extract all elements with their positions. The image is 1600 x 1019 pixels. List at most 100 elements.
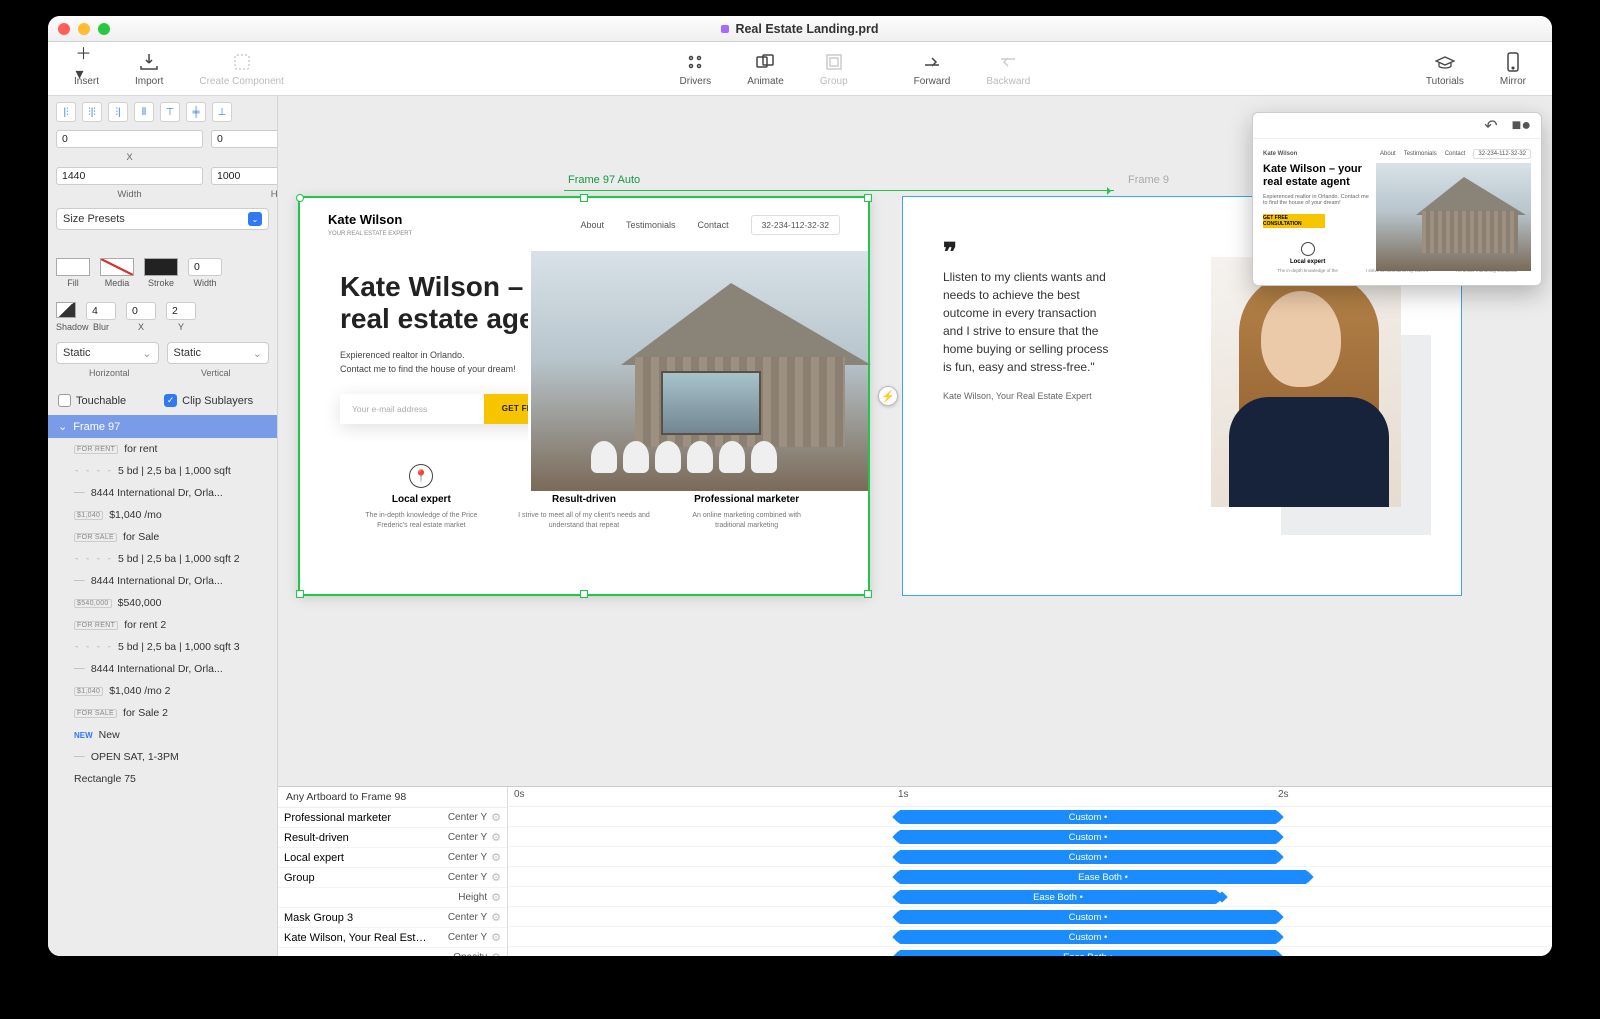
- timeline-row[interactable]: Result-drivenCenter Y⚙: [278, 828, 507, 848]
- import-tool[interactable]: Import: [117, 51, 181, 87]
- resize-handle[interactable]: [864, 590, 872, 598]
- shadow-swatch[interactable]: [56, 302, 76, 318]
- minimize-window-button[interactable]: [78, 23, 90, 35]
- align-right-button[interactable]: ⫶|: [108, 102, 128, 122]
- vertical-constraint-select[interactable]: Static⌄: [167, 342, 270, 364]
- layers-selected-header[interactable]: ⌄ Frame 97: [48, 415, 277, 438]
- backward-tool[interactable]: Backward: [968, 51, 1048, 87]
- align-left-button[interactable]: |⫶: [56, 102, 76, 122]
- x-input[interactable]: [56, 130, 203, 148]
- close-window-button[interactable]: [58, 23, 70, 35]
- resize-handle[interactable]: [296, 194, 304, 202]
- interaction-bolt-icon[interactable]: ⚡: [878, 386, 898, 406]
- undo-icon[interactable]: ↶: [1484, 116, 1497, 136]
- layer-item[interactable]: FOR RENTfor rent 2: [48, 614, 277, 636]
- timeline-bar[interactable]: Ease Both •: [898, 890, 1218, 904]
- timeline-row[interactable]: Local expertCenter Y⚙: [278, 848, 507, 868]
- timeline-track[interactable]: Ease Both •: [508, 947, 1552, 956]
- resize-handle[interactable]: [580, 590, 588, 598]
- align-top-button[interactable]: ⊤: [160, 102, 180, 122]
- timeline-bar[interactable]: Ease Both •: [898, 870, 1308, 884]
- insert-tool[interactable]: ＋▾ Insert: [56, 51, 117, 87]
- gear-icon[interactable]: ⚙: [491, 851, 501, 864]
- timeline-track[interactable]: Ease Both •: [508, 867, 1552, 887]
- animate-tool[interactable]: Animate: [729, 51, 802, 87]
- timeline-bar[interactable]: Custom •: [898, 830, 1278, 844]
- clip-sublayers-checkbox[interactable]: ✓Clip Sublayers: [154, 390, 263, 411]
- timeline-track[interactable]: Ease Both •: [508, 887, 1552, 907]
- blur-input[interactable]: [86, 302, 116, 320]
- layer-item[interactable]: FOR SALEfor Sale: [48, 526, 277, 548]
- size-presets-select[interactable]: Size Presets⌄: [56, 208, 269, 230]
- touchable-checkbox[interactable]: Touchable: [48, 390, 136, 411]
- timeline-track[interactable]: Custom •: [508, 827, 1552, 847]
- timeline-bar[interactable]: Ease Both •: [898, 950, 1278, 956]
- create-component-tool[interactable]: Create Component: [181, 51, 302, 87]
- gear-icon[interactable]: ⚙: [491, 811, 501, 824]
- resize-handle[interactable]: [296, 590, 304, 598]
- timeline-bar[interactable]: Custom •: [898, 850, 1278, 864]
- layer-item[interactable]: ——OPEN SAT, 1-3PM: [48, 746, 277, 768]
- gear-icon[interactable]: ⚙: [491, 911, 501, 924]
- group-tool[interactable]: Group: [802, 51, 866, 87]
- layer-item[interactable]: NEWNew: [48, 724, 277, 746]
- align-bottom-button[interactable]: ⊥: [212, 102, 232, 122]
- layer-item[interactable]: ——8444 International Dr, Orla...: [48, 482, 277, 504]
- forward-tool[interactable]: Forward: [896, 51, 969, 87]
- layer-item[interactable]: ——8444 International Dr, Orla...: [48, 570, 277, 592]
- timeline-row[interactable]: Mask Group 3Center Y⚙: [278, 908, 507, 928]
- height-input[interactable]: [211, 167, 278, 185]
- resize-handle[interactable]: [580, 194, 588, 202]
- timeline-bar[interactable]: Custom •: [898, 810, 1278, 824]
- timeline-bar[interactable]: Custom •: [898, 930, 1278, 944]
- maximize-window-button[interactable]: [98, 23, 110, 35]
- distribute-h-button[interactable]: ⫴: [134, 102, 154, 122]
- media-swatch[interactable]: [100, 258, 134, 276]
- stroke-width-input[interactable]: [188, 258, 222, 276]
- shadow-x-input[interactable]: [126, 302, 156, 320]
- layer-item[interactable]: FOR SALEfor Sale 2: [48, 702, 277, 724]
- drivers-tool[interactable]: Drivers: [662, 51, 730, 87]
- layer-item[interactable]: - - - -5 bd | 2,5 ba | 1,000 sqft 2: [48, 548, 277, 570]
- width-input[interactable]: [56, 167, 203, 185]
- gear-icon[interactable]: ⚙: [491, 871, 501, 884]
- timeline-tracks[interactable]: 0s1s2s Custom •Custom •Custom •Ease Both…: [508, 787, 1552, 956]
- tutorials-tool[interactable]: Tutorials: [1408, 51, 1482, 87]
- timeline-track[interactable]: Custom •: [508, 847, 1552, 867]
- stroke-swatch[interactable]: [144, 258, 178, 276]
- layer-item[interactable]: Rectangle 75: [48, 768, 277, 790]
- gear-icon[interactable]: ⚙: [491, 931, 501, 944]
- align-center-h-button[interactable]: ⫶|⫶: [82, 102, 102, 122]
- resize-handle[interactable]: [864, 194, 872, 202]
- y-input[interactable]: [211, 130, 278, 148]
- timeline-bar[interactable]: Custom •: [898, 910, 1278, 924]
- layer-item[interactable]: - - - -5 bd | 2,5 ba | 1,000 sqft: [48, 460, 277, 482]
- timeline-row[interactable]: Professional marketerCenter Y⚙: [278, 808, 507, 828]
- timeline-track[interactable]: Custom •: [508, 907, 1552, 927]
- layer-item[interactable]: $1,040$1,040 /mo 2: [48, 680, 277, 702]
- record-icon[interactable]: ■●: [1512, 117, 1531, 135]
- timeline-track[interactable]: Custom •: [508, 927, 1552, 947]
- timeline-row[interactable]: Opacity⚙: [278, 948, 507, 956]
- frame-label[interactable]: Frame 97 Auto: [568, 174, 640, 186]
- layer-item[interactable]: FOR RENTfor rent: [48, 438, 277, 460]
- fill-swatch[interactable]: [56, 258, 90, 276]
- align-middle-button[interactable]: ╪: [186, 102, 206, 122]
- layer-item[interactable]: $540,000$540,000: [48, 592, 277, 614]
- layer-item[interactable]: - - - -5 bd | 2,5 ba | 1,000 sqft 3: [48, 636, 277, 658]
- shadow-y-input[interactable]: [166, 302, 196, 320]
- gear-icon[interactable]: ⚙: [491, 891, 501, 904]
- layer-item[interactable]: ——8444 International Dr, Orla...: [48, 658, 277, 680]
- timeline-header[interactable]: Any Artboard to Frame 98: [278, 787, 507, 808]
- timeline-row[interactable]: Kate Wilson, Your Real Estate ExpertCent…: [278, 928, 507, 948]
- artboard-frame97[interactable]: Kate Wilson YOUR REAL ESTATE EXPERT Abou…: [298, 196, 870, 596]
- preview-panel[interactable]: ↶ ■● Kate Wilson AboutTestimonialsContac…: [1252, 112, 1542, 286]
- gear-icon[interactable]: ⚙: [491, 951, 501, 956]
- timeline-row[interactable]: GroupCenter Y⚙: [278, 868, 507, 888]
- layer-item[interactable]: $1,040$1,040 /mo: [48, 504, 277, 526]
- timeline-track[interactable]: Custom •: [508, 807, 1552, 827]
- timeline-row[interactable]: Height⚙: [278, 888, 507, 908]
- gear-icon[interactable]: ⚙: [491, 831, 501, 844]
- mirror-tool[interactable]: Mirror: [1482, 51, 1544, 87]
- horizontal-constraint-select[interactable]: Static⌄: [56, 342, 159, 364]
